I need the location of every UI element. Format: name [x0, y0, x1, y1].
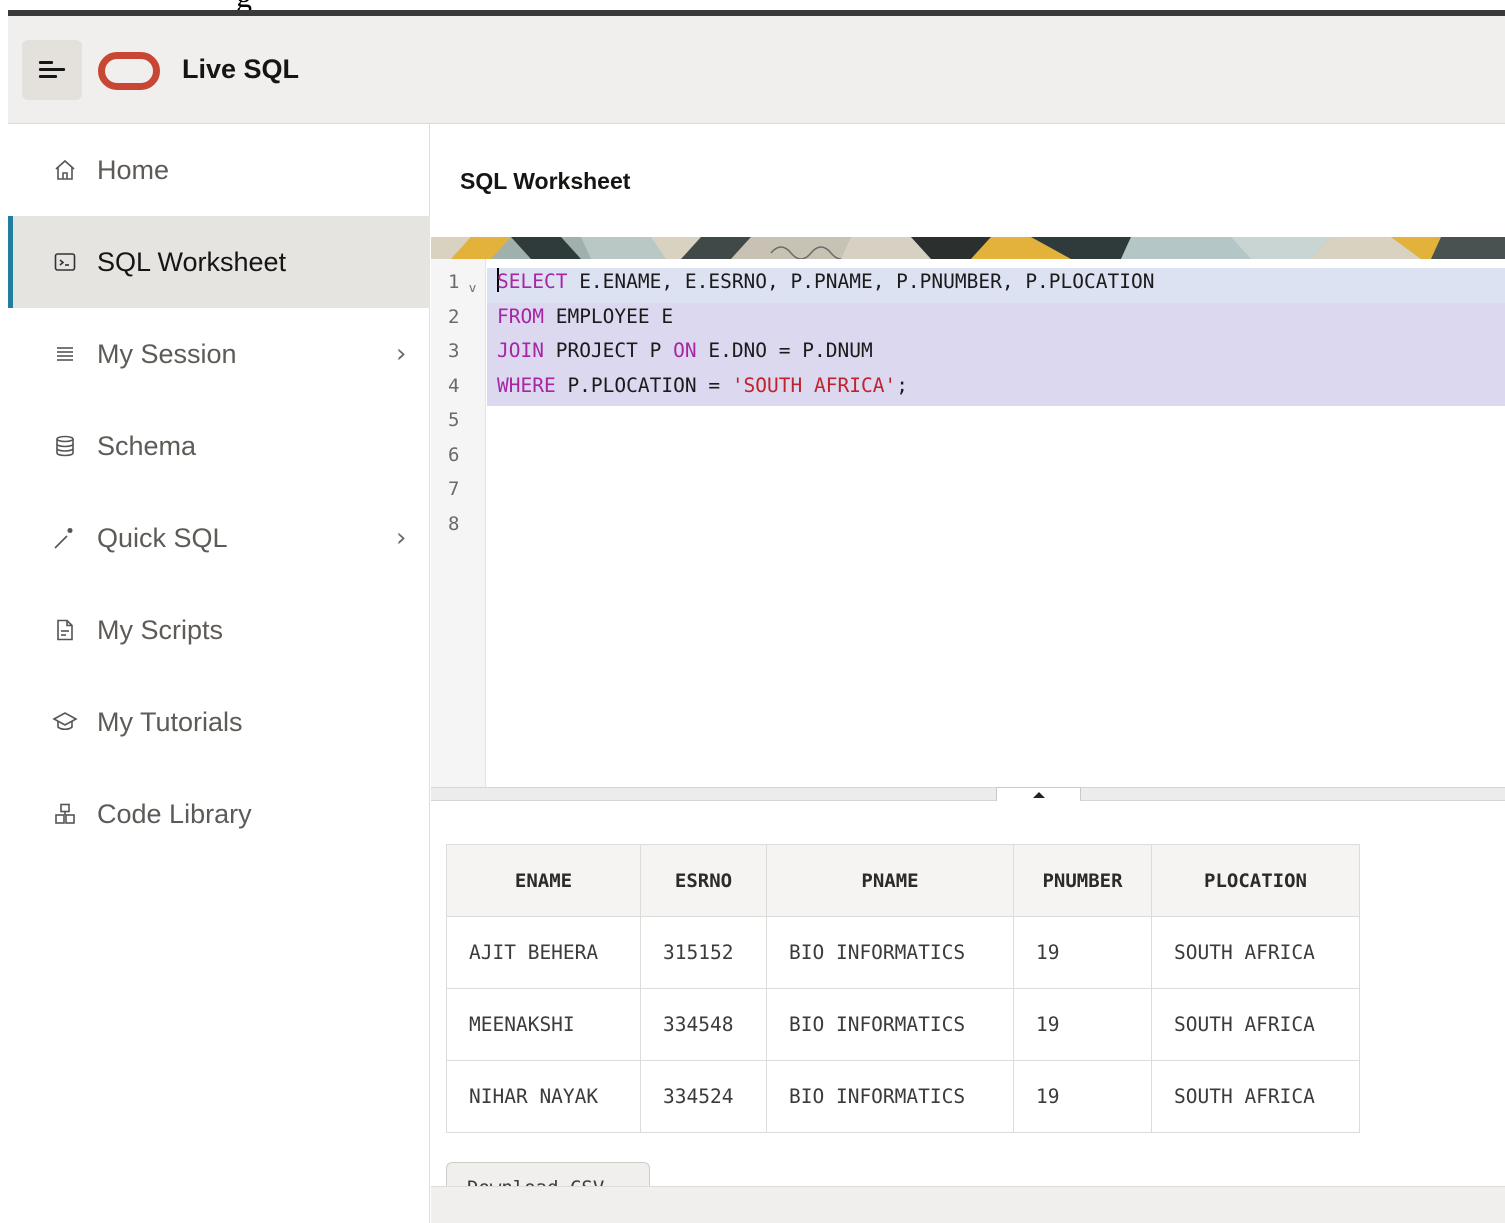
column-header-esrno[interactable]: ESRNO [640, 844, 767, 917]
sql-keyword: FROM [497, 304, 544, 328]
sql-keyword: ON [673, 339, 697, 362]
sidebar-item-label: Quick SQL [97, 522, 228, 553]
sidebar-item-sql-worksheet[interactable]: SQL Worksheet [8, 216, 430, 308]
column-header-pname[interactable]: PNAME [766, 844, 1014, 917]
table-cell: SOUTH AFRICA [1151, 916, 1360, 989]
chevron-right-icon[interactable]: › [396, 523, 406, 553]
chevron-right-icon[interactable]: › [396, 339, 406, 369]
sidebar-item-label: Home [97, 154, 170, 185]
table-cell: 19 [1013, 916, 1152, 989]
sidebar-item-label: Code Library [97, 798, 252, 829]
hamburger-icon [39, 61, 65, 79]
sidebar-item-schema[interactable]: Schema [8, 400, 430, 492]
table-cell: BIO INFORMATICS [766, 988, 1014, 1061]
sql-text: P.PLOCATION = [555, 373, 732, 397]
table-row: MEENAKSHI 334548 BIO INFORMATICS 19 SOUTH AF… [446, 988, 1360, 1061]
results-footer-bar [431, 1186, 1505, 1223]
document-icon [52, 617, 78, 643]
line-number: 3 [448, 340, 460, 362]
line-number: 4 [448, 374, 460, 397]
table-cell: AJIT BEHERA [446, 916, 641, 989]
line-number: 8 [448, 512, 460, 535]
sidebar: Home SQL Worksheet My Session › Schema Quick … [8, 124, 430, 1223]
sql-text: E.ENAME, E.ESRNO, P.PNAME, P.PNUMBER, P.… [567, 270, 1155, 293]
caret-up-icon [1032, 791, 1045, 798]
sql-string: 'SOUTH AFRICA' [731, 373, 897, 397]
sidebar-item-label: My Scripts [97, 614, 224, 645]
decorative-banner [431, 237, 1505, 259]
page-title: SQL Worksheet [460, 168, 631, 194]
magic-wand-icon [52, 525, 78, 551]
column-header-pnumber[interactable]: PNUMBER [1013, 844, 1152, 917]
table-cell: 334524 [640, 1060, 767, 1133]
line-number: 5 [448, 409, 460, 431]
sql-keyword: WHERE [497, 373, 556, 397]
table-cell: BIO INFORMATICS [766, 916, 1014, 989]
sidebar-item-label: My Tutorials [97, 706, 243, 737]
table-cell: MEENAKSHI [446, 988, 641, 1061]
sidebar-item-label: My Session [97, 338, 237, 369]
line-number: 1 [448, 271, 460, 293]
table-header-row: ENAME ESRNO PNAME PNUMBER PLOCATION [446, 844, 1360, 917]
sidebar-item-label: SQL Worksheet [97, 246, 287, 277]
sidebar-item-my-scripts[interactable]: My Scripts [8, 584, 430, 676]
line-number: 6 [448, 443, 460, 466]
sql-keyword: SELECT [497, 270, 568, 293]
table-row: NIHAR NAYAK 334524 BIO INFORMATICS 19 SOUTH … [446, 1060, 1360, 1133]
terminal-icon [52, 249, 78, 275]
banner-pattern-graphic [431, 237, 1505, 259]
sql-keyword: JOIN [497, 339, 544, 362]
results-table: ENAME ESRNO PNAME PNUMBER PLOCATION AJIT BEH… [446, 844, 1360, 1133]
table-cell: SOUTH AFRICA [1151, 988, 1360, 1061]
table-cell: 315152 [640, 916, 767, 989]
library-icon [52, 801, 78, 827]
table-cell: 19 [1013, 988, 1152, 1061]
column-header-plocation[interactable]: PLOCATION [1151, 844, 1360, 917]
sql-text: EMPLOYEE E [543, 304, 674, 328]
app-title[interactable]: Live SQL [182, 54, 299, 85]
table-cell: 334548 [640, 988, 767, 1061]
column-header-ename[interactable]: ENAME [446, 844, 641, 917]
table-row: AJIT BEHERA 315152 BIO INFORMATICS 19 SOUTH … [446, 916, 1360, 989]
sidebar-item-my-tutorials[interactable]: My Tutorials [8, 676, 430, 768]
main-content: SQL Worksheet v 1 2 3 4 5 6 7 8 SELECT E.ENAME,… [431, 124, 1505, 1223]
sidebar-item-quick-sql[interactable]: Quick SQL › [8, 492, 430, 584]
code-line[interactable]: SELECT E.ENAME, E.ESRNO, P.PNAME, P.PNUM… [497, 270, 1154, 293]
list-icon [52, 341, 78, 367]
sidebar-item-code-library[interactable]: Code Library [8, 768, 430, 860]
pane-splitter[interactable] [431, 787, 1505, 801]
sql-text: ; [896, 373, 908, 397]
home-icon [52, 157, 78, 183]
menu-toggle-button[interactable] [22, 40, 82, 100]
results-table-container: ENAME ESRNO PNAME PNUMBER PLOCATION AJIT BEH… [446, 844, 1360, 1133]
code-line[interactable]: WHERE P.PLOCATION = 'SOUTH AFRICA'; [497, 374, 908, 397]
line-number: 2 [448, 305, 460, 328]
database-icon [52, 433, 78, 459]
line-number-gutter: v 1 2 3 4 5 6 7 8 [431, 259, 486, 787]
collapse-handle[interactable] [996, 787, 1081, 801]
table-cell: BIO INFORMATICS [766, 1060, 1014, 1133]
sql-text: E.DNO = P.DNUM [696, 339, 873, 362]
sidebar-item-my-session[interactable]: My Session › [8, 308, 430, 400]
code-line[interactable]: FROM EMPLOYEE E [497, 305, 673, 328]
line-number: 7 [448, 478, 460, 500]
app-header: Live SQL [8, 16, 1505, 124]
code-line[interactable]: JOIN PROJECT P ON E.DNO = P.DNUM [497, 339, 873, 362]
fold-chevron-icon[interactable]: v [469, 281, 476, 295]
sidebar-item-label: Schema [97, 430, 197, 461]
sql-editor[interactable]: v 1 2 3 4 5 6 7 8 SELECT E.ENAME, E.ESRNO, P.PN… [431, 259, 1505, 787]
oracle-logo[interactable] [98, 52, 160, 90]
table-cell: NIHAR NAYAK [446, 1060, 641, 1133]
table-cell: SOUTH AFRICA [1151, 1060, 1360, 1133]
table-cell: 19 [1013, 1060, 1152, 1133]
sql-text: PROJECT P [543, 339, 674, 362]
graduation-cap-icon [52, 709, 78, 735]
sidebar-item-home[interactable]: Home [8, 124, 430, 216]
